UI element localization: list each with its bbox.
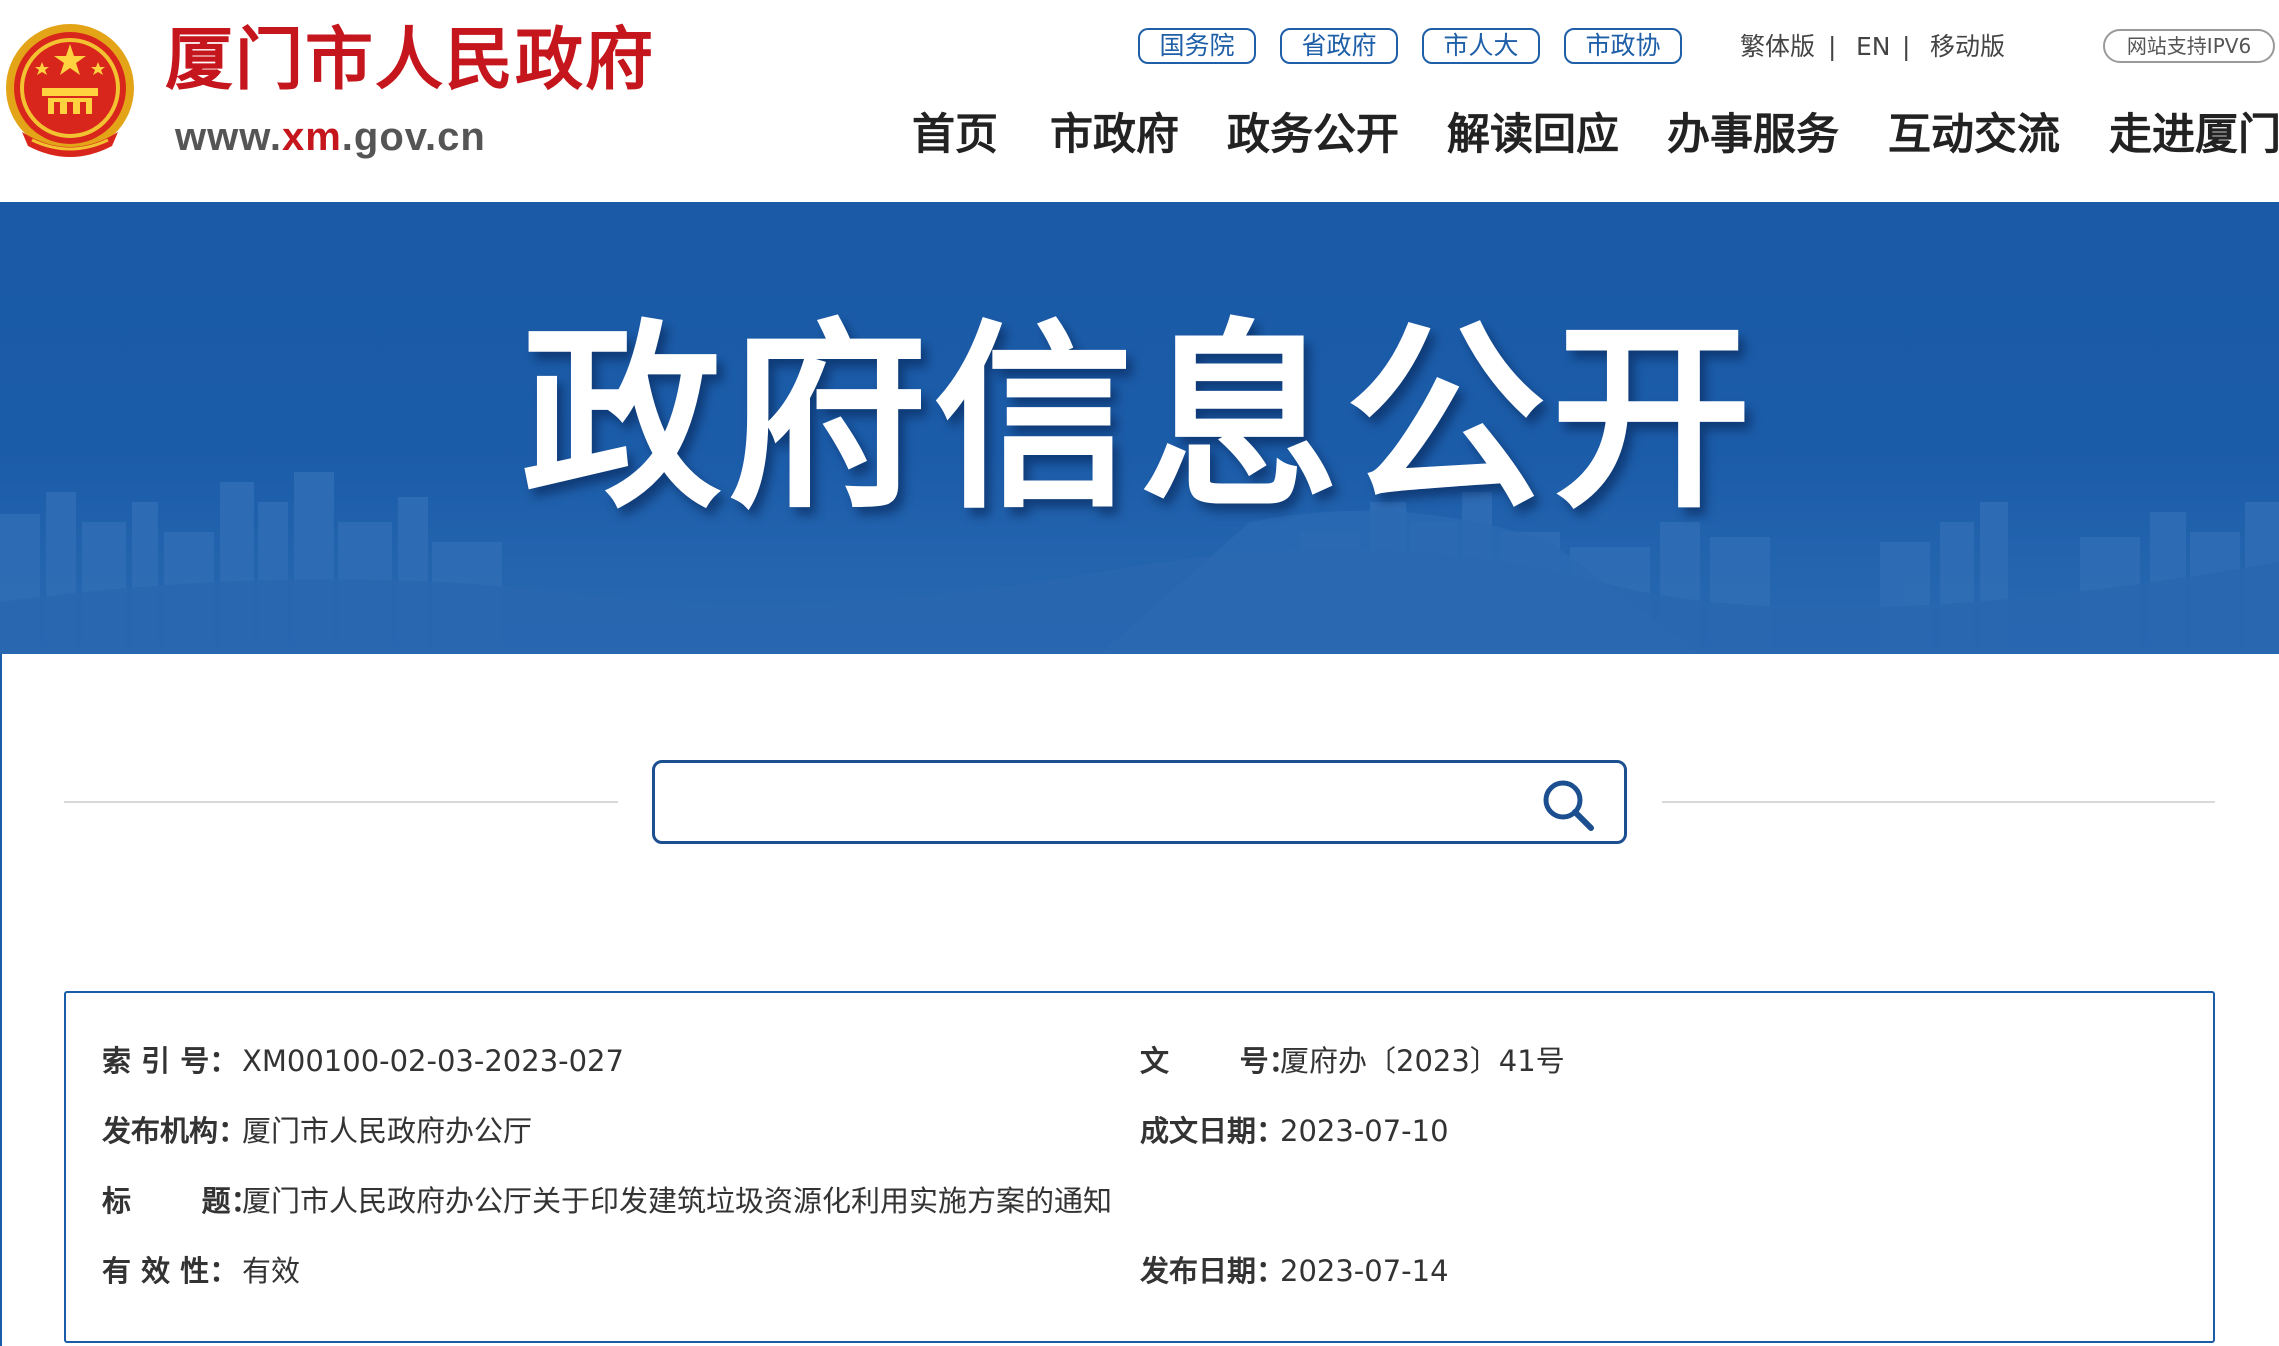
document-title-label: 标 题：	[102, 1184, 260, 1218]
separator: |	[1828, 32, 1837, 61]
search-input[interactable]	[671, 773, 1515, 833]
document-number-label: 文 号：	[1140, 1044, 1298, 1078]
link-english[interactable]: EN	[1856, 30, 1891, 64]
link-municipal-cppcc[interactable]: 市政协	[1564, 28, 1682, 64]
search-icon[interactable]	[1539, 776, 1599, 832]
divider-left	[64, 801, 618, 803]
link-municipal-congress[interactable]: 市人大	[1422, 28, 1540, 64]
index-number-value: XM00100-02-03-2023-027	[242, 1044, 624, 1078]
link-traditional-chinese[interactable]: 繁体版	[1740, 30, 1815, 64]
search-box	[652, 760, 1627, 844]
nav-municipal-government[interactable]: 市政府	[1050, 107, 1179, 163]
document-title-value: 厦门市人民政府办公厅关于印发建筑垃圾资源化利用实施方案的通知	[242, 1184, 1113, 1218]
nav-interaction[interactable]: 互动交流	[1888, 107, 2060, 163]
publisher-label: 发布机构：	[102, 1114, 248, 1148]
nav-interpretation[interactable]: 解读回应	[1447, 107, 1619, 163]
validity-label: 有 效 性：	[102, 1254, 239, 1288]
written-date-value: 2023-07-10	[1280, 1114, 1449, 1148]
document-info-panel: 索 引 号： XM00100-02-03-2023-027 文 号： 厦府办〔2…	[64, 991, 2215, 1343]
national-emblem-icon	[6, 24, 134, 157]
separator: |	[1902, 32, 1911, 61]
link-mobile-version[interactable]: 移动版	[1930, 30, 2005, 64]
nav-government-affairs[interactable]: 政务公开	[1227, 107, 1399, 163]
site-header: 厦门市人民政府 www.xm.gov.cn 国务院 省政府 市人大 市政协 繁体…	[0, 0, 2279, 202]
validity-value: 有效	[242, 1254, 301, 1288]
written-date-label: 成文日期：	[1140, 1114, 1286, 1148]
publish-date-value: 2023-07-14	[1280, 1254, 1449, 1288]
site-url-highlight: xm	[281, 115, 342, 159]
document-number-value: 厦府办〔2023〕41号	[1280, 1044, 1565, 1078]
site-url-suffix: .gov.cn	[341, 115, 486, 159]
link-provincial-government[interactable]: 省政府	[1280, 28, 1398, 64]
ipv6-badge: 网站支持IPV6	[2103, 29, 2275, 63]
nav-home[interactable]: 首页	[912, 107, 998, 163]
site-url-prefix: www.	[175, 115, 282, 159]
banner-title: 政府信息公开	[521, 303, 1758, 536]
publish-date-label: 发布日期：	[1140, 1254, 1286, 1288]
site-url: www.xm.gov.cn	[175, 117, 486, 157]
site-name: 厦门市人民政府	[165, 20, 656, 100]
nav-about-xiamen[interactable]: 走进厦门	[2109, 107, 2279, 163]
nav-services[interactable]: 办事服务	[1667, 107, 1839, 163]
divider-right	[1662, 801, 2215, 803]
index-number-label: 索 引 号：	[102, 1044, 239, 1078]
link-state-council[interactable]: 国务院	[1138, 28, 1256, 64]
publisher-value: 厦门市人民政府办公厅	[242, 1114, 533, 1148]
banner: 政府信息公开	[0, 202, 2279, 654]
